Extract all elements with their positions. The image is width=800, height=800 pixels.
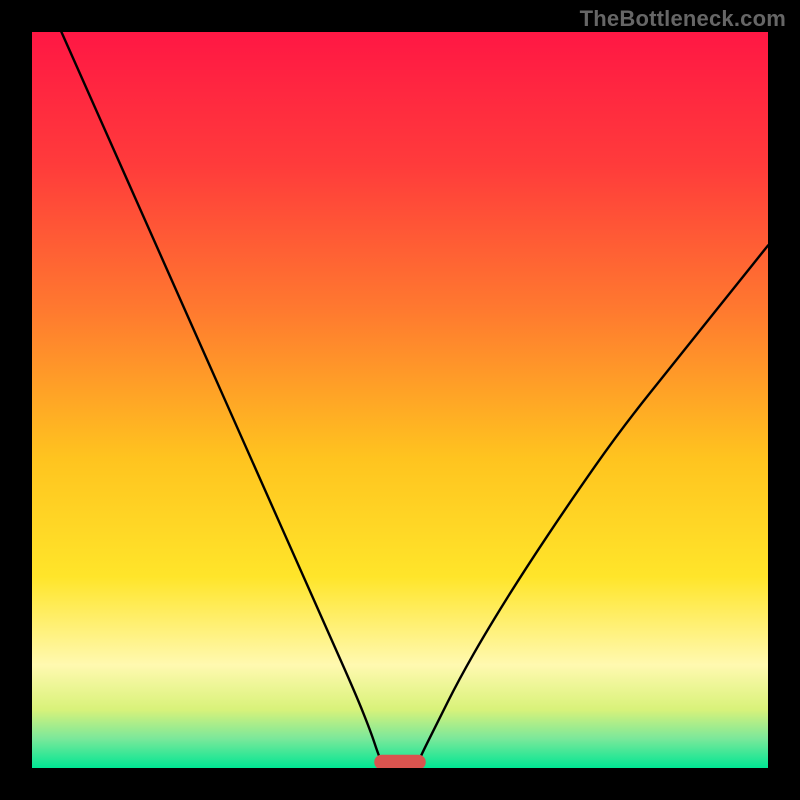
watermark-text: TheBottleneck.com xyxy=(580,6,786,32)
minimum-marker xyxy=(374,755,426,768)
chart-svg xyxy=(32,32,768,768)
chart-background xyxy=(32,32,768,768)
chart-frame: TheBottleneck.com xyxy=(0,0,800,800)
plot-area xyxy=(32,32,768,768)
